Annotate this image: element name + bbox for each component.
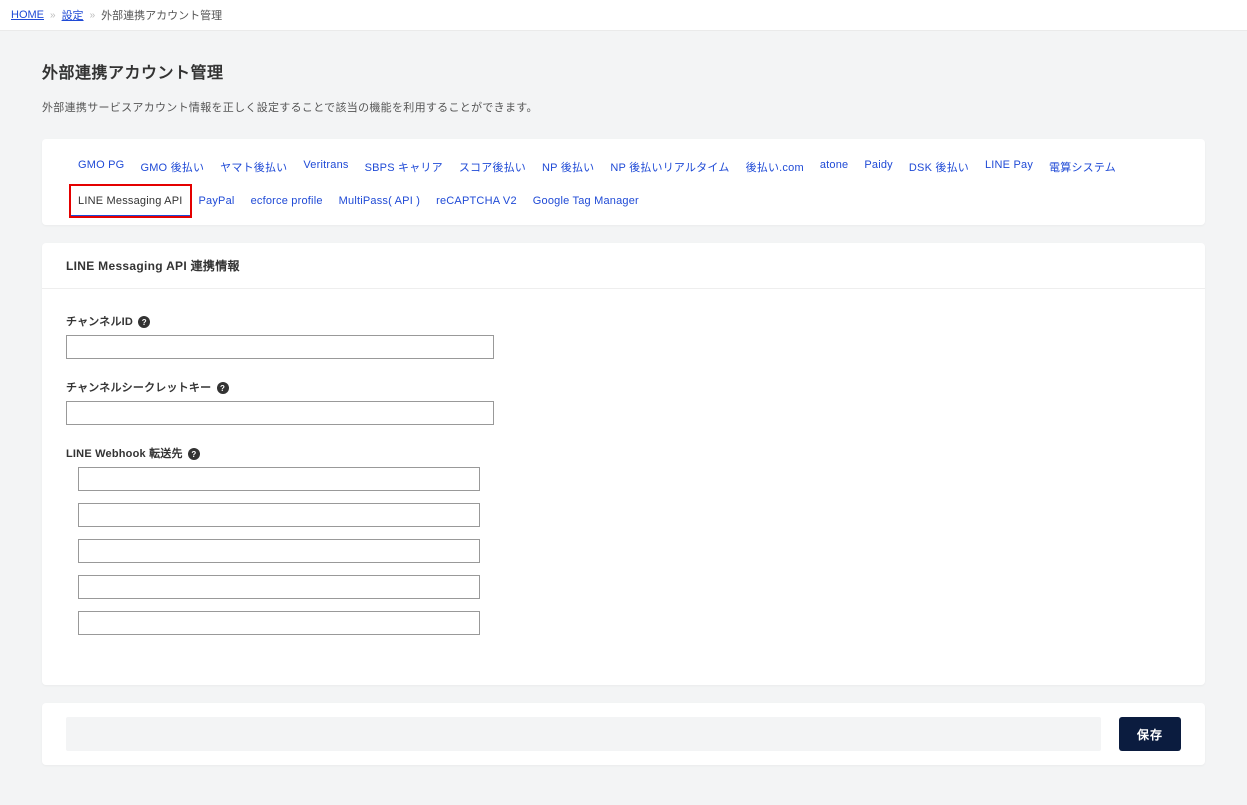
channel-id-label: チャンネルID ? <box>66 313 1181 329</box>
breadcrumb-settings[interactable]: 設定 <box>62 7 84 23</box>
form-card: LINE Messaging API 連携情報 チャンネルID ? チャンネルシ… <box>42 243 1205 685</box>
webhook-input-4[interactable] <box>78 575 480 599</box>
breadcrumb: HOME » 設定 » 外部連携アカウント管理 <box>0 0 1247 31</box>
tab-recaptcha[interactable]: reCAPTCHA V2 <box>428 185 525 217</box>
channel-secret-input[interactable] <box>66 401 494 425</box>
breadcrumb-current: 外部連携アカウント管理 <box>101 7 222 23</box>
breadcrumb-home[interactable]: HOME <box>11 9 44 21</box>
tab-np[interactable]: NP 後払い <box>534 149 602 185</box>
page-title: 外部連携アカウント管理 <box>42 59 1205 83</box>
channel-id-input[interactable] <box>66 335 494 359</box>
form-body: チャンネルID ? チャンネルシークレットキー ? LINE Webhook 転… <box>42 289 1205 685</box>
footer-spacer <box>66 717 1101 751</box>
tab-score[interactable]: スコア後払い <box>451 149 534 185</box>
webhook-label: LINE Webhook 転送先 ? <box>66 445 1181 461</box>
webhook-input-list <box>66 467 1181 635</box>
tab-gmo-atobarai[interactable]: GMO 後払い <box>132 149 212 185</box>
help-icon[interactable]: ? <box>217 382 229 394</box>
help-icon[interactable]: ? <box>188 448 200 460</box>
tab-line-msg[interactable]: LINE Messaging API <box>70 185 191 217</box>
field-channel-secret: チャンネルシークレットキー ? <box>66 379 1181 425</box>
tab-atone[interactable]: atone <box>812 149 857 185</box>
footer-bar: 保存 <box>42 703 1205 765</box>
tab-densan[interactable]: 電算システム <box>1041 149 1124 185</box>
webhook-input-3[interactable] <box>78 539 480 563</box>
tab-gmo-pg[interactable]: GMO PG <box>70 149 132 185</box>
tab-sbps[interactable]: SBPS キャリア <box>357 149 451 185</box>
field-channel-id: チャンネルID ? <box>66 313 1181 359</box>
tab-veritrans[interactable]: Veritrans <box>295 149 356 185</box>
channel-secret-label: チャンネルシークレットキー ? <box>66 379 1181 395</box>
page-description: 外部連携サービスアカウント情報を正しく設定することで該当の機能を利用することがで… <box>42 99 1205 115</box>
tab-paidy[interactable]: Paidy <box>856 149 901 185</box>
tab-multipass[interactable]: MultiPass( API ) <box>331 185 428 217</box>
webhook-input-1[interactable] <box>78 467 480 491</box>
tab-dsk[interactable]: DSK 後払い <box>901 149 977 185</box>
section-header: LINE Messaging API 連携情報 <box>42 243 1205 289</box>
webhook-input-5[interactable] <box>78 611 480 635</box>
tab-ecforce[interactable]: ecforce profile <box>243 185 331 217</box>
tab-linepay[interactable]: LINE Pay <box>977 149 1041 185</box>
webhook-input-2[interactable] <box>78 503 480 527</box>
tab-gtm[interactable]: Google Tag Manager <box>525 185 647 217</box>
tab-yamato[interactable]: ヤマト後払い <box>212 149 295 185</box>
tabs-container: GMO PGGMO 後払いヤマト後払いVeritransSBPS キャリアスコア… <box>42 139 1205 225</box>
chevron-right-icon: » <box>50 10 56 21</box>
help-icon[interactable]: ? <box>138 316 150 328</box>
save-button[interactable]: 保存 <box>1119 717 1181 751</box>
tab-atobarai-com[interactable]: 後払い.com <box>738 149 812 185</box>
tab-np-real[interactable]: NP 後払いリアルタイム <box>602 149 737 185</box>
field-webhook: LINE Webhook 転送先 ? <box>66 445 1181 635</box>
tab-paypal[interactable]: PayPal <box>191 185 243 217</box>
tabs-row: GMO PGGMO 後払いヤマト後払いVeritransSBPS キャリアスコア… <box>70 149 1177 217</box>
chevron-right-icon: » <box>90 10 96 21</box>
